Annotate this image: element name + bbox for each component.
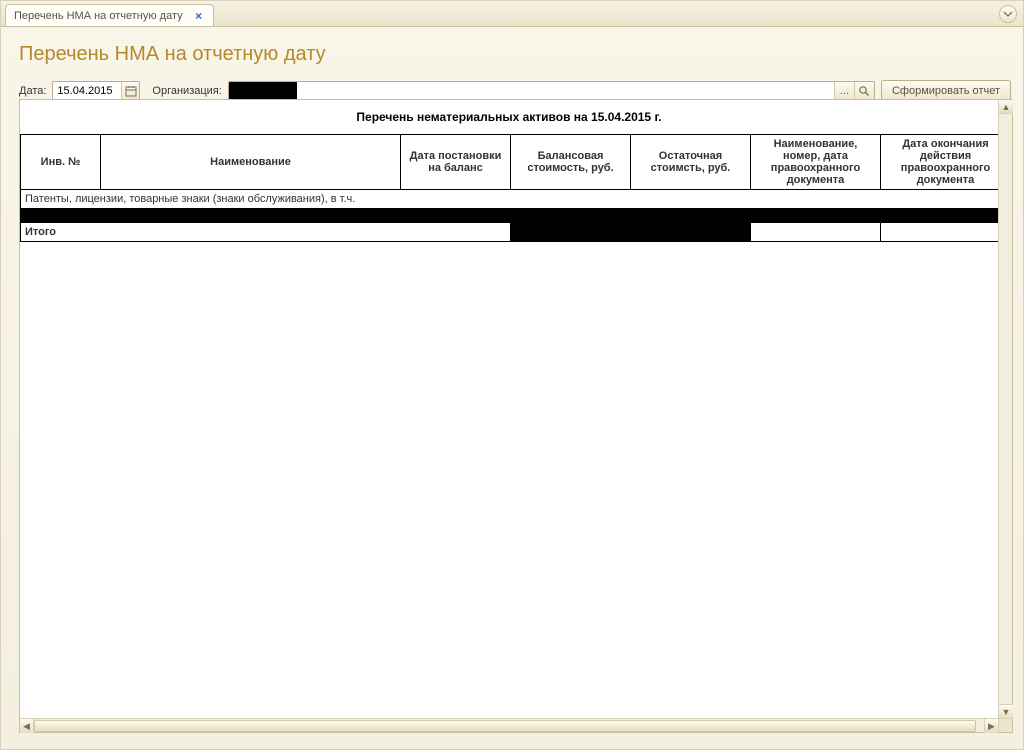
report-title: Перечень нематериальных активов на 15.04… (20, 100, 998, 134)
col-bal-header: Балансовая стоимость, руб. (511, 135, 631, 190)
date-input[interactable] (52, 81, 140, 101)
group-row-patents[interactable]: Патенты, лицензии, товарные знаки (знаки… (21, 190, 999, 209)
report-table: Инв. № Наименование Дата постановки на б… (20, 134, 998, 242)
scroll-up-button[interactable]: ▲ (999, 100, 1013, 114)
search-icon[interactable] (854, 82, 874, 100)
date-field[interactable] (53, 85, 121, 97)
col-rem-header: Остаточная стоимсть, руб. (631, 135, 751, 190)
date-label: Дата: (19, 85, 46, 97)
window-menu-button[interactable] (999, 5, 1017, 23)
ellipsis-button[interactable]: ... (834, 82, 854, 100)
vertical-scrollbar[interactable]: ▲ ▼ (998, 100, 1012, 718)
total-row: Итого (21, 223, 999, 242)
horizontal-scrollbar[interactable]: ◀ ▶ (20, 718, 998, 732)
col-date-header: Дата постановки на баланс (401, 135, 511, 190)
tab-report[interactable]: Перечень НМА на отчетную дату × (5, 4, 214, 26)
group-label: Патенты, лицензии, товарные знаки (знаки… (21, 190, 999, 209)
close-icon[interactable]: × (193, 10, 205, 22)
org-label: Организация: (152, 85, 221, 97)
total-remaining-redacted (631, 223, 751, 242)
report-content[interactable]: Перечень нематериальных активов на 15.04… (20, 100, 998, 718)
report-viewport: Перечень нематериальных активов на 15.04… (19, 99, 1013, 733)
organization-select[interactable]: ... (228, 81, 875, 101)
scrollbar-corner (998, 718, 1012, 732)
col-doc-header: Наименование, номер, дата правоохранного… (751, 135, 881, 190)
col-inv-header: Инв. № (21, 135, 101, 190)
scroll-right-button[interactable]: ▶ (984, 719, 998, 733)
horizontal-scrollbar-thumb[interactable] (34, 720, 976, 732)
scroll-left-button[interactable]: ◀ (20, 719, 34, 733)
total-balance-redacted (511, 223, 631, 242)
chevron-down-icon (1003, 9, 1013, 19)
col-end-header: Дата окончания действия правоохранного д… (881, 135, 999, 190)
tab-strip: Перечень НМА на отчетную дату × (1, 1, 1023, 27)
scroll-down-button[interactable]: ▼ (999, 704, 1013, 718)
org-value-redacted (229, 82, 297, 100)
tab-label: Перечень НМА на отчетную дату (14, 10, 183, 22)
total-label: Итого (21, 223, 511, 242)
data-row-redacted[interactable] (21, 209, 999, 223)
col-name-header: Наименование (101, 135, 401, 190)
page-title: Перечень НМА на отчетную дату (19, 43, 1011, 66)
calendar-icon[interactable] (121, 82, 139, 100)
table-header-row: Инв. № Наименование Дата постановки на б… (21, 135, 999, 190)
